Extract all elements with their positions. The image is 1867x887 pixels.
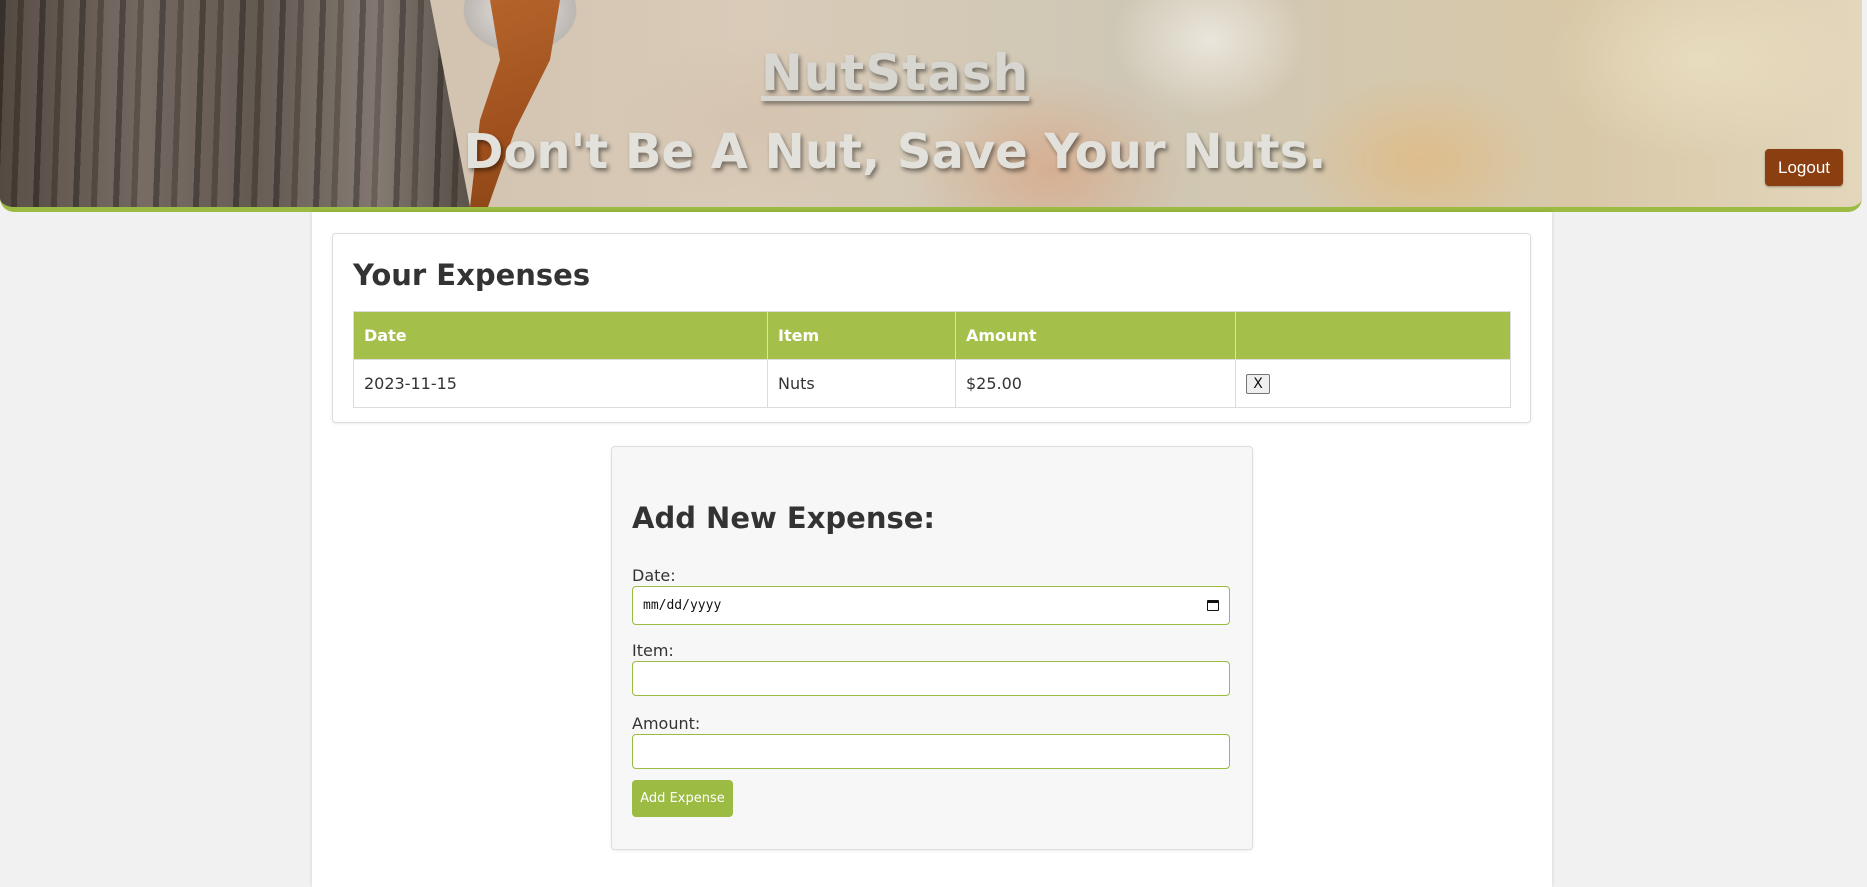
date-placeholder: mm/dd/yyyy <box>643 598 722 613</box>
date-input[interactable]: mm/dd/yyyy <box>632 586 1230 625</box>
column-header-date: Date <box>353 311 768 360</box>
brand-title[interactable]: NutStash <box>0 44 1790 102</box>
column-header-amount: Amount <box>955 311 1236 360</box>
item-label: Item: <box>632 641 674 660</box>
form-title: Add New Expense: <box>632 501 935 535</box>
table-header-row: Date Item Amount <box>353 311 1511 360</box>
add-expense-form: Add New Expense: Date: mm/dd/yyyy Item: … <box>611 446 1253 850</box>
cell-amount: $25.00 <box>955 359 1236 408</box>
logout-button[interactable]: Logout <box>1765 149 1843 186</box>
expenses-table: Date Item Amount 2023-11-15 Nuts $25.00 … <box>353 311 1511 408</box>
expenses-title: Your Expenses <box>353 258 591 292</box>
tagline: Don't Be A Nut, Save Your Nuts. <box>463 124 1327 180</box>
item-input[interactable] <box>632 661 1230 696</box>
cell-actions: X <box>1235 359 1511 408</box>
add-expense-button[interactable]: Add Expense <box>632 780 733 817</box>
cell-date: 2023-11-15 <box>353 359 768 408</box>
cell-item: Nuts <box>767 359 956 408</box>
delete-expense-button[interactable]: X <box>1246 374 1270 394</box>
column-header-item: Item <box>767 311 956 360</box>
header-banner: NutStash Don't Be A Nut, Save Your Nuts.… <box>0 0 1862 212</box>
expenses-card: Your Expenses Date Item Amount 2023-11-1… <box>332 233 1531 423</box>
column-header-actions <box>1235 311 1511 360</box>
main-container: Your Expenses Date Item Amount 2023-11-1… <box>312 212 1552 887</box>
amount-label: Amount: <box>632 714 701 733</box>
calendar-icon[interactable] <box>1207 600 1219 611</box>
amount-input[interactable] <box>632 734 1230 769</box>
table-row: 2023-11-15 Nuts $25.00 X <box>353 359 1511 408</box>
date-label: Date: <box>632 566 676 585</box>
